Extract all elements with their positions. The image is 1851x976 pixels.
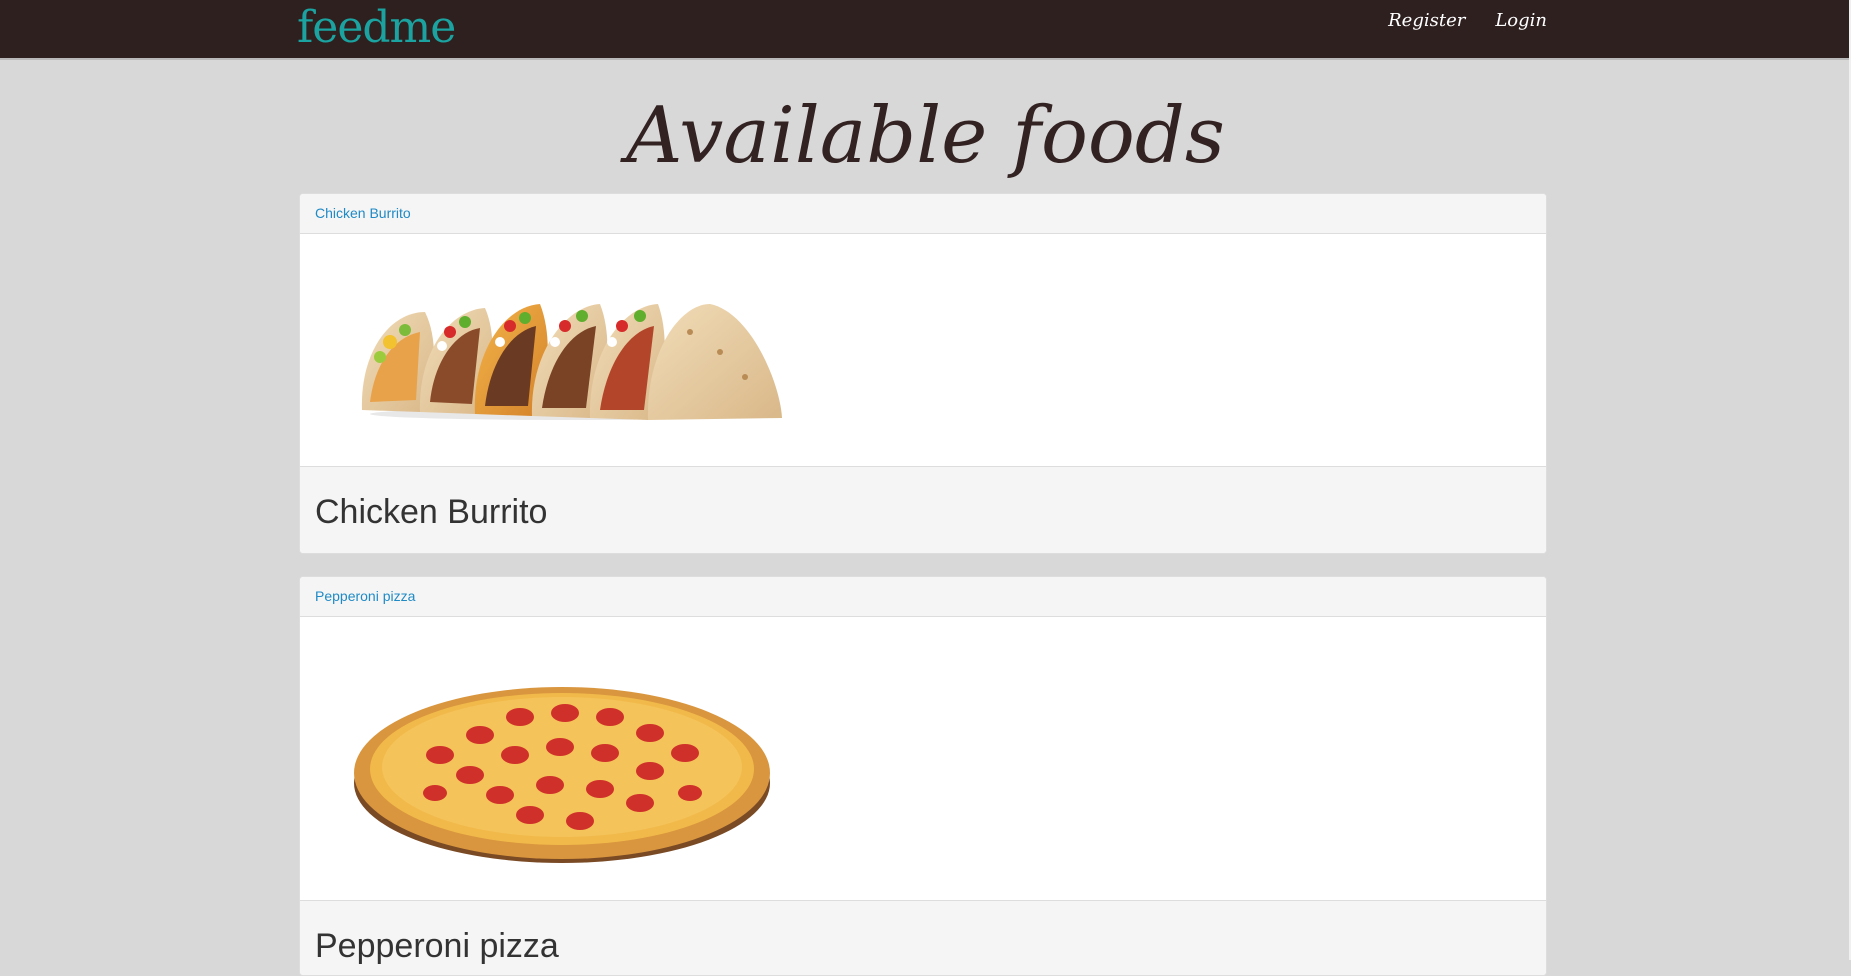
- food-card-footer: Chicken Burrito: [300, 467, 1546, 553]
- pizza-image[interactable]: [350, 655, 780, 875]
- food-link[interactable]: Pepperoni pizza: [315, 588, 415, 604]
- nav-links: Register Login: [1388, 10, 1547, 31]
- food-card-footer: Pepperoni pizza: [300, 901, 1546, 975]
- feedme-logo[interactable]: feedme: [297, 2, 456, 54]
- food-card-body: [300, 617, 1546, 901]
- food-card: Chicken Burrito Chicken Burrito: [299, 193, 1547, 554]
- food-name: Chicken Burrito: [315, 493, 548, 531]
- food-link[interactable]: Chicken Burrito: [315, 205, 411, 221]
- food-name: Pepperoni pizza: [315, 927, 559, 965]
- register-link[interactable]: Register: [1388, 10, 1465, 31]
- food-card-header: Chicken Burrito: [300, 194, 1546, 234]
- food-card: Pepperoni pizza Pepperoni pizza: [299, 576, 1547, 976]
- food-card-header: Pepperoni pizza: [300, 577, 1546, 617]
- tacos-image[interactable]: [350, 282, 790, 422]
- login-link[interactable]: Login: [1495, 10, 1547, 31]
- food-card-body: [300, 234, 1546, 467]
- page-title: Available foods: [626, 91, 1225, 181]
- top-navbar: feedme Register Login: [0, 0, 1849, 60]
